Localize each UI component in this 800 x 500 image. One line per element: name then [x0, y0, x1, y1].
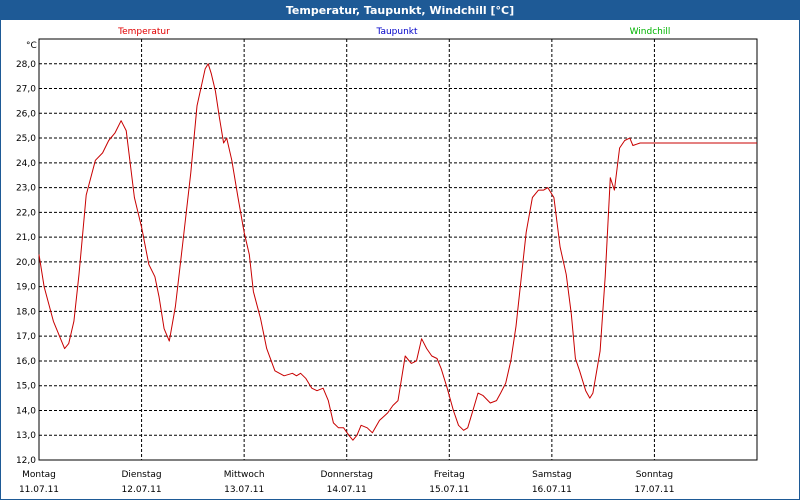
y-tick-label: 21,0 — [16, 233, 36, 243]
y-tick-label: 15,0 — [16, 382, 36, 392]
x-tick-day: Montag — [22, 470, 56, 480]
plot-area-border — [38, 38, 758, 461]
y-tick-label: 24,0 — [16, 159, 36, 169]
x-tick-day: Freitag — [434, 470, 465, 480]
x-tick-day: Samstag — [532, 470, 571, 480]
y-tick-label: 19,0 — [16, 283, 36, 293]
chart-canvas: °C 12,0 13,0 14,0 15,0 16,0 17,0 18,0 19,0 20,0 2… — [16, 27, 758, 495]
x-tick-date: 16.07.11 — [532, 485, 572, 495]
y-tick-label: 14,0 — [16, 406, 36, 416]
x-tick-date: 12.07.11 — [122, 485, 162, 495]
x-tick-date: 14.07.11 — [327, 485, 367, 495]
x-tick-date: 17.07.11 — [634, 485, 674, 495]
grid-lines — [39, 39, 757, 460]
y-tick-label: 16,0 — [16, 357, 36, 367]
x-tick-day: Dienstag — [122, 470, 162, 480]
legend-entry-taupunkt: Taupunkt — [375, 27, 418, 37]
y-tick-label: 26,0 — [16, 109, 36, 119]
y-tick-label: 18,0 — [16, 307, 36, 317]
x-tick-date: 15.07.11 — [429, 485, 469, 495]
series-lines — [38, 63, 757, 441]
y-tick-label: 17,0 — [16, 332, 36, 342]
y-tick-label: 28,0 — [16, 60, 36, 70]
legend-entry-temperatur: Temperatur — [117, 27, 170, 37]
y-tick-label: 25,0 — [16, 134, 36, 144]
x-axis-ticks: Montag 11.07.11 Dienstag 12.07.11 Mittwoch 13… — [19, 470, 675, 495]
y-tick-label: 27,0 — [16, 85, 36, 95]
y-tick-label: 23,0 — [16, 184, 36, 194]
y-unit-label: °C — [26, 41, 37, 51]
y-tick-label: 20,0 — [16, 258, 36, 268]
y-tick-label: 13,0 — [16, 431, 36, 441]
legend-entry-windchill: Windchill — [630, 27, 671, 37]
y-tick-label: 22,0 — [16, 208, 36, 218]
legend: Temperatur Taupunkt Windchill — [117, 27, 670, 37]
x-tick-date: 11.07.11 — [19, 485, 59, 495]
y-axis-ticks: 12,0 13,0 14,0 15,0 16,0 17,0 18,0 19,0 20,0 21,0… — [16, 60, 36, 466]
x-tick-day: Donnerstag — [320, 470, 373, 480]
x-tick-day: Mittwoch — [224, 470, 265, 480]
y-tick-label: 12,0 — [16, 456, 36, 466]
x-tick-date: 13.07.11 — [224, 485, 264, 495]
x-tick-day: Sonntag — [636, 470, 673, 480]
series-temperatur — [38, 63, 757, 441]
